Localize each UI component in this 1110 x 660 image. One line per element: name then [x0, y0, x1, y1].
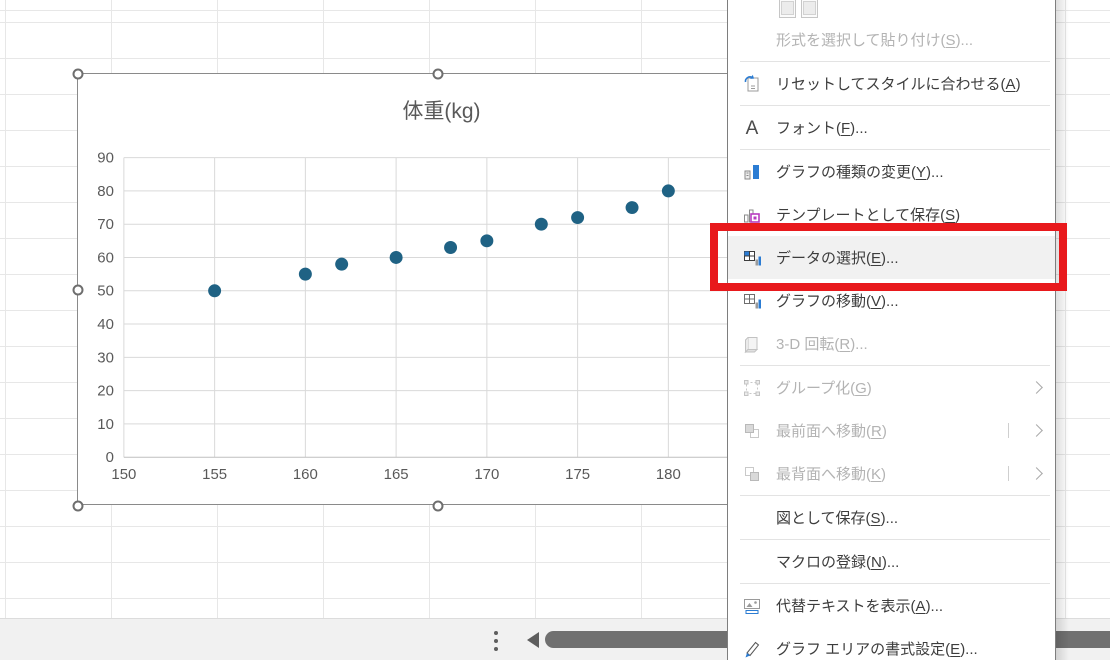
move-chart-icon	[741, 290, 763, 312]
y-tick-label: 90	[97, 150, 114, 167]
menu-item-save-as-picture[interactable]: 図として保存(S)...	[728, 496, 1055, 539]
menu-item-move-chart[interactable]: グラフの移動(V)...	[728, 279, 1055, 322]
menu-item-font[interactable]: A フォント(F)...	[728, 106, 1055, 149]
menu-item-label: 最前面へ移動(R)	[776, 420, 887, 441]
y-tick-label: 0	[106, 449, 114, 466]
submenu-chevron-icon	[1030, 424, 1043, 437]
x-tick-label: 180	[656, 466, 681, 483]
menu-item-save-as-template[interactable]: テンプレートとして保存(S)	[728, 193, 1055, 236]
menu-item-label: テンプレートとして保存(S)	[776, 204, 960, 225]
menu-item-send-to-back: 最背面へ移動(K)	[728, 452, 1055, 495]
alt-text-icon	[741, 595, 763, 617]
chart-resize-handle-top-left[interactable]	[73, 69, 84, 80]
chart-resize-handle-left-middle[interactable]	[73, 285, 84, 296]
y-tick-label: 30	[97, 349, 114, 366]
y-tick-label: 70	[97, 216, 114, 233]
menu-item-group: グループ化(G)	[728, 366, 1055, 409]
context-menu: 形式を選択して貼り付け(S)... リセットしてスタイルに合わせる(A) A フォント…	[727, 0, 1056, 660]
menu-item-select-data[interactable]: データの選択(E)...	[728, 236, 1055, 279]
menu-item-label: 図として保存(S)...	[776, 507, 898, 528]
reset-style-icon	[741, 73, 763, 95]
menu-item-label: 最背面へ移動(K)	[776, 463, 886, 484]
menu-item-label: グラフの移動(V)...	[776, 290, 899, 311]
y-tick-label: 20	[97, 383, 114, 400]
scroll-left-arrow-icon[interactable]	[527, 632, 539, 648]
bring-to-front-icon	[741, 420, 763, 442]
submenu-divider	[1008, 466, 1009, 481]
menu-item-label: 代替テキストを表示(A)...	[776, 595, 943, 616]
y-tick-label: 60	[97, 249, 114, 266]
menu-item-bring-to-front: 最前面へ移動(R)	[728, 409, 1055, 452]
menu-item-alt-text[interactable]: 代替テキストを表示(A)...	[728, 584, 1055, 627]
scatter-chart: 150 155 160 165 170 175 180 0 10 20 30 40 50 60 70 80 90…	[78, 74, 796, 504]
menu-item-format-chart-area[interactable]: グラフ エリアの書式設定(E)...	[728, 627, 1055, 660]
scatter-point	[444, 241, 457, 254]
scatter-point	[208, 284, 221, 297]
empty-icon	[741, 29, 763, 51]
x-tick-label: 150	[111, 466, 136, 483]
chart-title: 体重(kg)	[403, 100, 481, 123]
menu-item-paste-special: 形式を選択して貼り付け(S)...	[728, 18, 1055, 61]
submenu-divider	[1008, 423, 1009, 438]
save-template-icon	[741, 204, 763, 226]
y-tick-label: 50	[97, 283, 114, 300]
menu-item-3d-rotation: 3-D 回転(R)...	[728, 322, 1055, 365]
chart-object[interactable]: 150 155 160 165 170 175 180 0 10 20 30 40 50 60 70 80 90…	[77, 73, 797, 505]
format-chart-area-icon	[741, 638, 763, 660]
x-tick-label: 155	[202, 466, 227, 483]
y-tick-label: 10	[97, 416, 114, 433]
menu-item-assign-macro[interactable]: マクロの登録(N)...	[728, 540, 1055, 583]
y-tick-label: 40	[97, 316, 114, 333]
group-icon	[741, 377, 763, 399]
x-tick-label: 175	[565, 466, 590, 483]
scrollbar-splitter-grip-icon[interactable]	[494, 631, 498, 651]
menu-item-label: マクロの登録(N)...	[776, 551, 899, 572]
menu-item-change-chart-type[interactable]: グラフの種類の変更(Y)...	[728, 150, 1055, 193]
chart-resize-handle-bottom-middle[interactable]	[433, 501, 444, 512]
menu-item-label: リセットしてスタイルに合わせる(A)	[776, 73, 1021, 94]
menu-item-label: グループ化(G)	[776, 377, 872, 398]
x-tick-label: 160	[293, 466, 318, 483]
scatter-point	[571, 211, 584, 224]
empty-icon	[741, 551, 763, 573]
send-to-back-icon	[741, 463, 763, 485]
scatter-point	[662, 184, 675, 197]
menu-item-label: グラフの種類の変更(Y)...	[776, 161, 944, 182]
menu-item-label: グラフ エリアの書式設定(E)...	[776, 638, 978, 659]
select-data-icon	[741, 247, 763, 269]
scatter-point	[299, 268, 312, 281]
submenu-chevron-icon	[1030, 467, 1043, 480]
svg-text:A: A	[746, 118, 759, 139]
y-tick-label: 80	[97, 183, 114, 200]
x-tick-label: 170	[474, 466, 499, 483]
paste-option-icon[interactable]	[779, 0, 796, 18]
font-icon: A	[741, 117, 763, 139]
excel-worksheet: 150 155 160 165 170 175 180 0 10 20 30 40 50 60 70 80 90…	[0, 0, 1110, 660]
scatter-point	[535, 218, 548, 231]
paste-option-icon[interactable]	[801, 0, 818, 18]
menu-item-label: 形式を選択して貼り付け(S)...	[776, 29, 973, 50]
scatter-point	[390, 251, 403, 264]
chart-resize-handle-bottom-left[interactable]	[73, 501, 84, 512]
menu-item-paste-options[interactable]	[728, 0, 1055, 18]
rotate-3d-icon	[741, 333, 763, 355]
scatter-point	[626, 201, 639, 214]
chart-resize-handle-top-middle[interactable]	[433, 69, 444, 80]
scatter-point	[480, 234, 493, 247]
submenu-chevron-icon	[1030, 381, 1043, 394]
empty-icon	[741, 507, 763, 529]
menu-item-label: データの選択(E)...	[776, 247, 899, 268]
x-tick-label: 165	[384, 466, 409, 483]
change-chart-type-icon	[741, 161, 763, 183]
menu-item-label: フォント(F)...	[776, 117, 868, 138]
menu-item-label: 3-D 回転(R)...	[776, 333, 868, 354]
scatter-point	[335, 258, 348, 271]
menu-item-reset-to-match-style[interactable]: リセットしてスタイルに合わせる(A)	[728, 62, 1055, 105]
